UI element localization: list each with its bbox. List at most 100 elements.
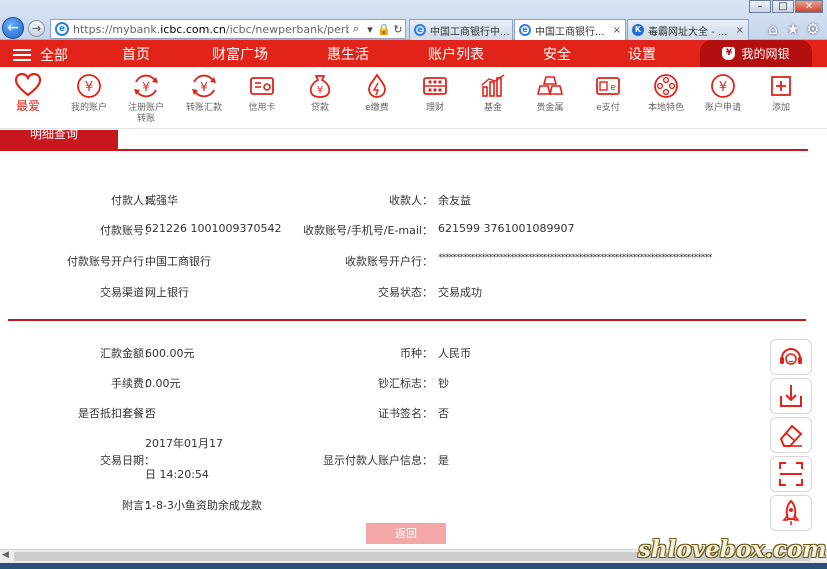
close-window-icon[interactable]: ✕ (795, 0, 823, 13)
os-taskbar (0, 563, 827, 569)
address-bar[interactable]: e https://mybank.icbc.com.cn/icbc/newper… (50, 19, 406, 39)
package-deduct-value: 否 (145, 407, 156, 420)
maximize-icon[interactable]: □ (772, 0, 794, 13)
customer-service-button[interactable] (770, 339, 812, 375)
nav-item-home[interactable]: 首页 (122, 44, 150, 64)
nav-item-wealth-plaza[interactable]: 财富广场 (212, 44, 268, 64)
toolbar-item-fund[interactable]: 基金 (465, 73, 521, 114)
browser-tab[interactable]: e 中国工商银行中... (409, 19, 513, 40)
cert-signature-label: 证书签名： (378, 407, 433, 420)
settings-gear-icon[interactable]: ⚙ (803, 19, 823, 39)
clear-button[interactable] (770, 417, 812, 453)
toolbar-label: 信用卡 (248, 103, 276, 113)
back-button[interactable]: 返回 (366, 523, 446, 544)
toolbar-item-account-application[interactable]: ¥ 账户申请 (695, 73, 751, 114)
tab-label: 中国工商银行... (535, 26, 605, 38)
browser-tab[interactable]: K 毒霸网址大全 - ... × (627, 19, 749, 40)
trade-date-value-line2: 日 14:20:54 (145, 468, 209, 481)
payer-value: 臧强华 (145, 194, 178, 207)
search-icon[interactable]: ⌕ (349, 22, 363, 36)
toolbar-item-loan[interactable]: ¥ 贷款 (292, 73, 348, 114)
dropdown-arrow-icon[interactable]: ▾ (363, 23, 377, 36)
home-icon[interactable]: ⌂ (763, 19, 783, 39)
ie-logo-icon: e (519, 24, 531, 36)
favorites-star-icon[interactable]: ★ (783, 19, 803, 39)
forward-arrow-icon[interactable]: → (28, 20, 45, 37)
cash-flag-label: 钞汇标志： (378, 377, 433, 390)
yuan-coin-icon: ¥ (77, 74, 101, 98)
yuan-transfer-icon: ¥ (134, 74, 158, 98)
toolbar-item-local-features[interactable]: 本地特色 (638, 73, 694, 114)
refresh-icon[interactable]: ↻ (391, 23, 405, 36)
eraser-icon (779, 424, 803, 447)
tab-detail-query[interactable]: 明细查询 (0, 130, 118, 150)
svg-text:¥: ¥ (317, 85, 323, 96)
nav-item-security[interactable]: 安全 (543, 44, 571, 64)
toolbar-item-credit-card[interactable]: 信用卡 (234, 73, 290, 114)
toolbar-label: 账户申请 (704, 103, 741, 113)
scan-button[interactable] (770, 456, 812, 492)
toolbar-item-add[interactable]: 添加 (753, 73, 809, 114)
back-arrow-icon[interactable]: ← (2, 17, 24, 39)
rocket-icon (782, 499, 800, 525)
toolbar-item-registered-transfer[interactable]: ¥ 注册账户 转账 (118, 73, 174, 125)
credit-card-icon (250, 77, 274, 95)
toolbar-label: e缴费 (365, 103, 389, 113)
toolbar-item-favorites[interactable]: 最爱 (0, 73, 56, 112)
show-payer-info-label: 显示付款人账户信息： (323, 454, 433, 467)
toolbar-label-line2: 转账 (136, 114, 155, 124)
duba-logo-icon: K (632, 24, 644, 36)
toolbar-label: 贷款 (310, 103, 329, 113)
download-tray-icon (780, 385, 802, 407)
all-menu-button[interactable]: 全部 (13, 45, 68, 65)
svg-text:¥: ¥ (200, 80, 208, 94)
scan-frame-icon (779, 462, 803, 486)
nav-item-account-list[interactable]: 账户列表 (428, 44, 484, 64)
cash-flag-value: 钞 (438, 377, 449, 390)
toolbar-label: 本地特色 (647, 103, 684, 113)
cert-signature-value: 否 (438, 407, 449, 420)
payee-value: 余友益 (438, 194, 471, 207)
all-menu-label: 全部 (40, 48, 68, 64)
toolbar-label: e支付 (596, 103, 620, 113)
browser-window: – □ ✕ ← → e https://mybank.icbc.com.cn/i… (0, 0, 827, 569)
browser-chrome: – □ ✕ ← → e https://mybank.icbc.com.cn/i… (0, 0, 827, 40)
scroll-left-arrow-icon[interactable]: ◀ (2, 550, 9, 560)
toolbar-item-e-pay[interactable]: e e支付 (580, 73, 636, 114)
status-label: 交易状态： (378, 286, 433, 299)
drop-flame-icon (368, 73, 386, 98)
status-value: 交易成功 (438, 286, 482, 299)
toolbar-item-transfer-remit[interactable]: ¥ 转账汇款 (176, 73, 232, 114)
my-bank-label: 我的网银 (741, 47, 790, 61)
window-controls: – □ ✕ (748, 0, 823, 13)
plus-square-icon (771, 76, 791, 96)
money-bag-icon: ¥ (309, 75, 331, 98)
package-deduct-label: 是否抵扣套餐： (78, 407, 155, 420)
back-to-top-button[interactable] (770, 495, 812, 531)
show-payer-info-value: 是 (438, 454, 449, 467)
lock-icon[interactable]: 🔒 (377, 23, 391, 36)
toolbar-item-precious-metals[interactable]: 贵金属 (522, 73, 578, 114)
trade-date-value-line1: 2017年01月17 (145, 437, 223, 450)
my-bank-button[interactable]: ¥ 我的网银 (700, 40, 812, 67)
svg-text:e: e (610, 83, 616, 93)
payee-account-value: 621599 3761001089907 (438, 222, 575, 235)
download-button[interactable] (770, 378, 812, 414)
tab-close-icon[interactable]: × (609, 25, 621, 36)
toolbar-label: 理财 (425, 103, 444, 113)
nav-item-settings[interactable]: 设置 (628, 44, 656, 64)
url-text: https://mybank.icbc.com.cn/icbc/newperba… (73, 22, 349, 36)
toolbar-item-e-payment-bills[interactable]: e缴费 (349, 73, 405, 114)
tab-label: 明细查询 (30, 130, 79, 141)
nav-item-life[interactable]: 惠生活 (327, 44, 369, 64)
tab-close-icon[interactable]: × (732, 25, 744, 36)
toolbar-label: 添加 (771, 103, 790, 113)
toolbar-item-wealth-management[interactable]: 理财 (407, 73, 463, 114)
channel-value: 网上银行 (145, 286, 189, 299)
browser-tab-active[interactable]: e 中国工商银行... × (514, 19, 626, 40)
watermark: shlovebox.com (638, 536, 827, 563)
minimize-icon[interactable]: – (749, 0, 771, 13)
svg-text:¥: ¥ (142, 80, 150, 94)
toolbar-item-my-account[interactable]: ¥ 我的账户 (61, 73, 117, 114)
payer-account-value: 621226 1001009370542 (145, 222, 282, 235)
